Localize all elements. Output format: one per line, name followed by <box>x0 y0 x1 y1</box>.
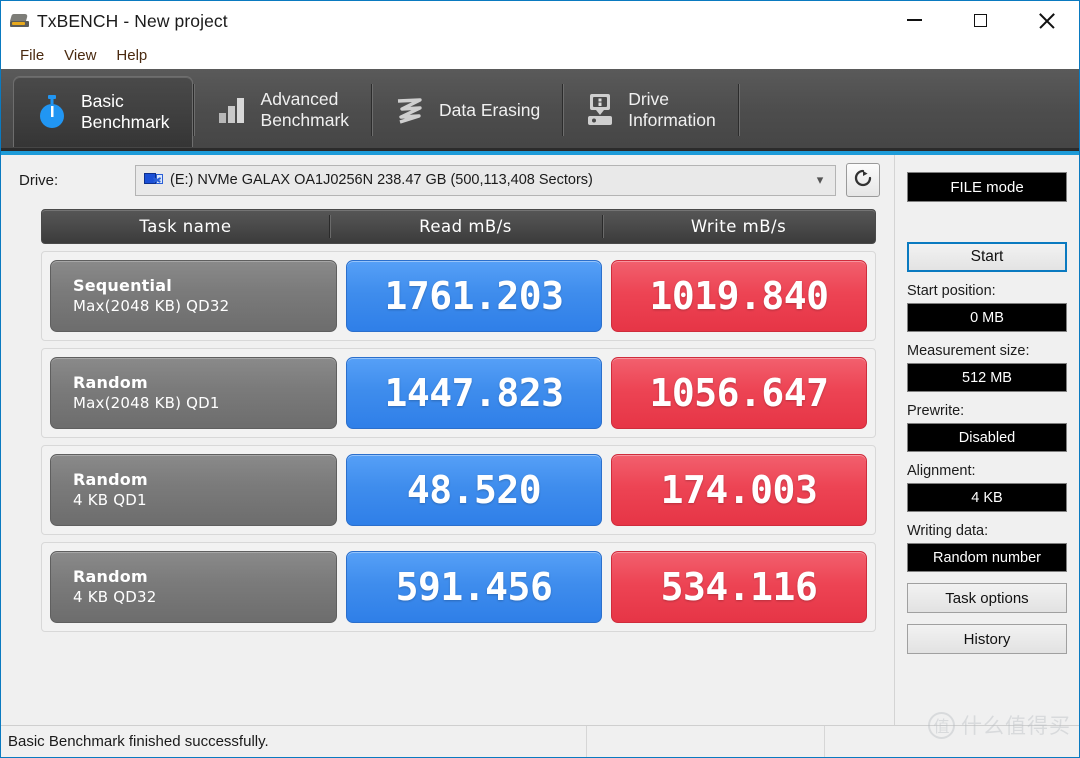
title-bar-left: TxBENCH - New project <box>1 11 228 32</box>
window-controls <box>881 1 1079 39</box>
writing-data-label: Writing data: <box>907 523 989 539</box>
left-pane: Drive: (E:) NVMe GALAX OA1J0256N 238.47 … <box>1 155 894 725</box>
txbench-window: TxBENCH - New project File View Help Bas… <box>0 0 1080 758</box>
read-value-cell: 1761.203 <box>346 260 602 332</box>
chevron-down-icon: ▾ <box>816 172 824 187</box>
read-value-cell: 591.456 <box>346 551 602 623</box>
prewrite-value[interactable]: Disabled <box>907 423 1067 452</box>
task-name-cell: Sequential Max(2048 KB) QD32 <box>50 260 337 332</box>
refresh-icon <box>853 168 873 193</box>
network-drive-icon <box>144 172 163 188</box>
column-header-write: Write mB/s <box>602 210 875 243</box>
tab-advanced-benchmark-label: Advanced Benchmark <box>260 89 350 130</box>
task-name-cell: Random 4 KB QD32 <box>50 551 337 623</box>
drive-row: Drive: (E:) NVMe GALAX OA1J0256N 238.47 … <box>1 155 894 205</box>
drive-select-value: (E:) NVMe GALAX OA1J0256N 238.47 GB (500… <box>170 172 593 188</box>
title-bar: TxBENCH - New project <box>1 1 1079 41</box>
close-button[interactable] <box>1013 1 1079 39</box>
tab-data-erasing[interactable]: Data Erasing <box>372 69 562 151</box>
maximize-icon <box>973 13 987 27</box>
history-button[interactable]: History <box>907 624 1067 654</box>
task-name-line2: Max(2048 KB) QD1 <box>73 394 220 412</box>
drive-select[interactable]: (E:) NVMe GALAX OA1J0256N 238.47 GB (500… <box>135 164 836 196</box>
menu-item-file[interactable]: File <box>11 44 53 67</box>
start-button[interactable]: Start <box>907 242 1067 272</box>
measurement-size-value[interactable]: 512 MB <box>907 363 1067 392</box>
table-row: Random Max(2048 KB) QD1 1447.823 1056.64… <box>41 348 876 438</box>
column-header-task-name: Task name <box>139 217 232 236</box>
start-position-label: Start position: <box>907 283 996 299</box>
drive-info-icon <box>585 93 615 127</box>
menu-item-view[interactable]: View <box>55 44 105 67</box>
tab-drive-information[interactable]: Drive Information <box>563 69 738 151</box>
task-name-cell: Random 4 KB QD1 <box>50 454 337 526</box>
tab-drive-information-label: Drive Information <box>628 89 716 130</box>
task-name-line2: 4 KB QD32 <box>73 588 157 606</box>
task-name-cell: Random Max(2048 KB) QD1 <box>50 357 337 429</box>
task-name-line1: Random <box>73 567 148 586</box>
tab-basic-benchmark-label: Basic Benchmark <box>81 91 170 132</box>
tab-data-erasing-label: Data Erasing <box>439 99 541 120</box>
refresh-drives-button[interactable] <box>846 163 880 197</box>
write-value-cell: 174.003 <box>611 454 867 526</box>
window-title: TxBENCH - New project <box>37 10 228 31</box>
task-name-line2: Max(2048 KB) QD32 <box>73 297 230 315</box>
menu-bar: File View Help <box>1 41 1079 69</box>
write-value-cell: 1056.647 <box>611 357 867 429</box>
task-name-line2: 4 KB QD1 <box>73 491 147 509</box>
status-message: Basic Benchmark finished successfully. <box>8 733 269 750</box>
status-cell-2 <box>586 726 824 757</box>
file-mode-button[interactable]: FILE mode <box>907 172 1067 202</box>
scribble-icon <box>394 95 426 125</box>
read-value-cell: 48.520 <box>346 454 602 526</box>
table-row: Sequential Max(2048 KB) QD32 1761.203 10… <box>41 251 876 341</box>
tab-advanced-benchmark[interactable]: Advanced Benchmark <box>194 69 372 151</box>
stopwatch-icon <box>36 94 68 130</box>
column-header-read: Read mB/s <box>329 210 602 243</box>
menu-item-help[interactable]: Help <box>107 44 156 67</box>
writing-data-value[interactable]: Random number <box>907 543 1067 572</box>
task-name-line1: Sequential <box>73 276 172 295</box>
maximize-button[interactable] <box>947 1 1013 39</box>
options-pane: FILE mode Start Start position: 0 MB Mea… <box>894 155 1079 725</box>
task-options-button[interactable]: Task options <box>907 583 1067 613</box>
table-row: Random 4 KB QD1 48.520 174.003 <box>41 445 876 535</box>
results-table: Task name Read mB/s Write mB/s Sequentia… <box>41 209 876 632</box>
drive-label: Drive: <box>19 171 59 189</box>
task-name-line1: Random <box>73 373 148 392</box>
alignment-value[interactable]: 4 KB <box>907 483 1067 512</box>
minimize-icon <box>906 19 922 21</box>
write-value-cell: 534.116 <box>611 551 867 623</box>
minimize-button[interactable] <box>881 1 947 39</box>
tab-separator-4 <box>737 84 739 136</box>
tab-basic-benchmark[interactable]: Basic Benchmark <box>13 76 193 147</box>
tab-strip: Basic Benchmark Advanced Benchmark Data … <box>1 69 1079 155</box>
table-row: Random 4 KB QD32 591.456 534.116 <box>41 542 876 632</box>
status-bar: Basic Benchmark finished successfully. 值… <box>1 711 1079 757</box>
measurement-size-label: Measurement size: <box>907 343 1030 359</box>
table-header-row: Task name Read mB/s Write mB/s <box>41 209 876 244</box>
task-name-line1: Random <box>73 470 148 489</box>
status-cell-3 <box>824 726 1079 757</box>
read-value-cell: 1447.823 <box>346 357 602 429</box>
write-value-cell: 1019.840 <box>611 260 867 332</box>
start-position-value[interactable]: 0 MB <box>907 303 1067 332</box>
main-body: Drive: (E:) NVMe GALAX OA1J0256N 238.47 … <box>1 155 1079 725</box>
close-icon <box>1038 12 1055 29</box>
alignment-label: Alignment: <box>907 463 976 479</box>
drive-app-icon <box>9 13 29 29</box>
prewrite-label: Prewrite: <box>907 403 965 419</box>
bar-chart-icon <box>216 95 248 125</box>
